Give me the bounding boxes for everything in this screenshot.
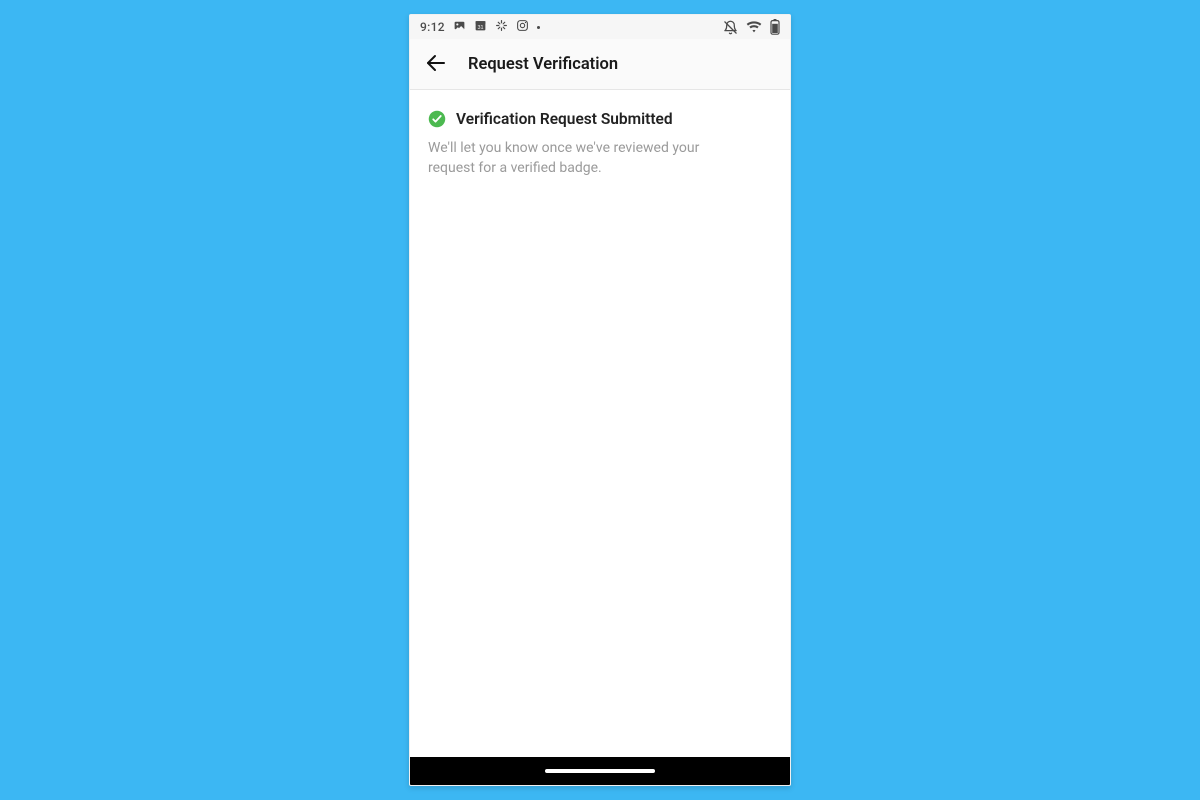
gesture-nav-bar[interactable] [410, 757, 790, 785]
content-area: Verification Request Submitted We'll let… [410, 90, 790, 757]
success-row: Verification Request Submitted [428, 110, 772, 128]
calendar-icon: 31 [474, 19, 487, 35]
home-indicator[interactable] [545, 769, 655, 773]
status-clock: 9:12 [420, 20, 445, 34]
success-description: We'll let you know once we've reviewed y… [428, 138, 748, 179]
dot-icon [537, 26, 540, 29]
status-bar: 9:12 31 [410, 15, 790, 39]
back-button[interactable] [422, 50, 450, 78]
battery-icon [770, 19, 780, 35]
arrow-left-icon [424, 51, 448, 78]
sync-icon [495, 19, 508, 35]
photos-icon [453, 19, 466, 35]
status-right [723, 19, 780, 35]
dnd-off-icon [723, 20, 738, 35]
instagram-icon [516, 19, 529, 35]
status-left: 9:12 31 [420, 19, 540, 35]
success-title: Verification Request Submitted [456, 110, 673, 128]
svg-text:31: 31 [477, 25, 483, 31]
wifi-icon [746, 20, 762, 34]
phone-frame: 9:12 31 [409, 14, 791, 786]
check-circle-icon [428, 110, 446, 128]
page-title: Request Verification [468, 55, 618, 74]
stage: 9:12 31 [0, 0, 1200, 800]
app-bar: Request Verification [410, 39, 790, 90]
